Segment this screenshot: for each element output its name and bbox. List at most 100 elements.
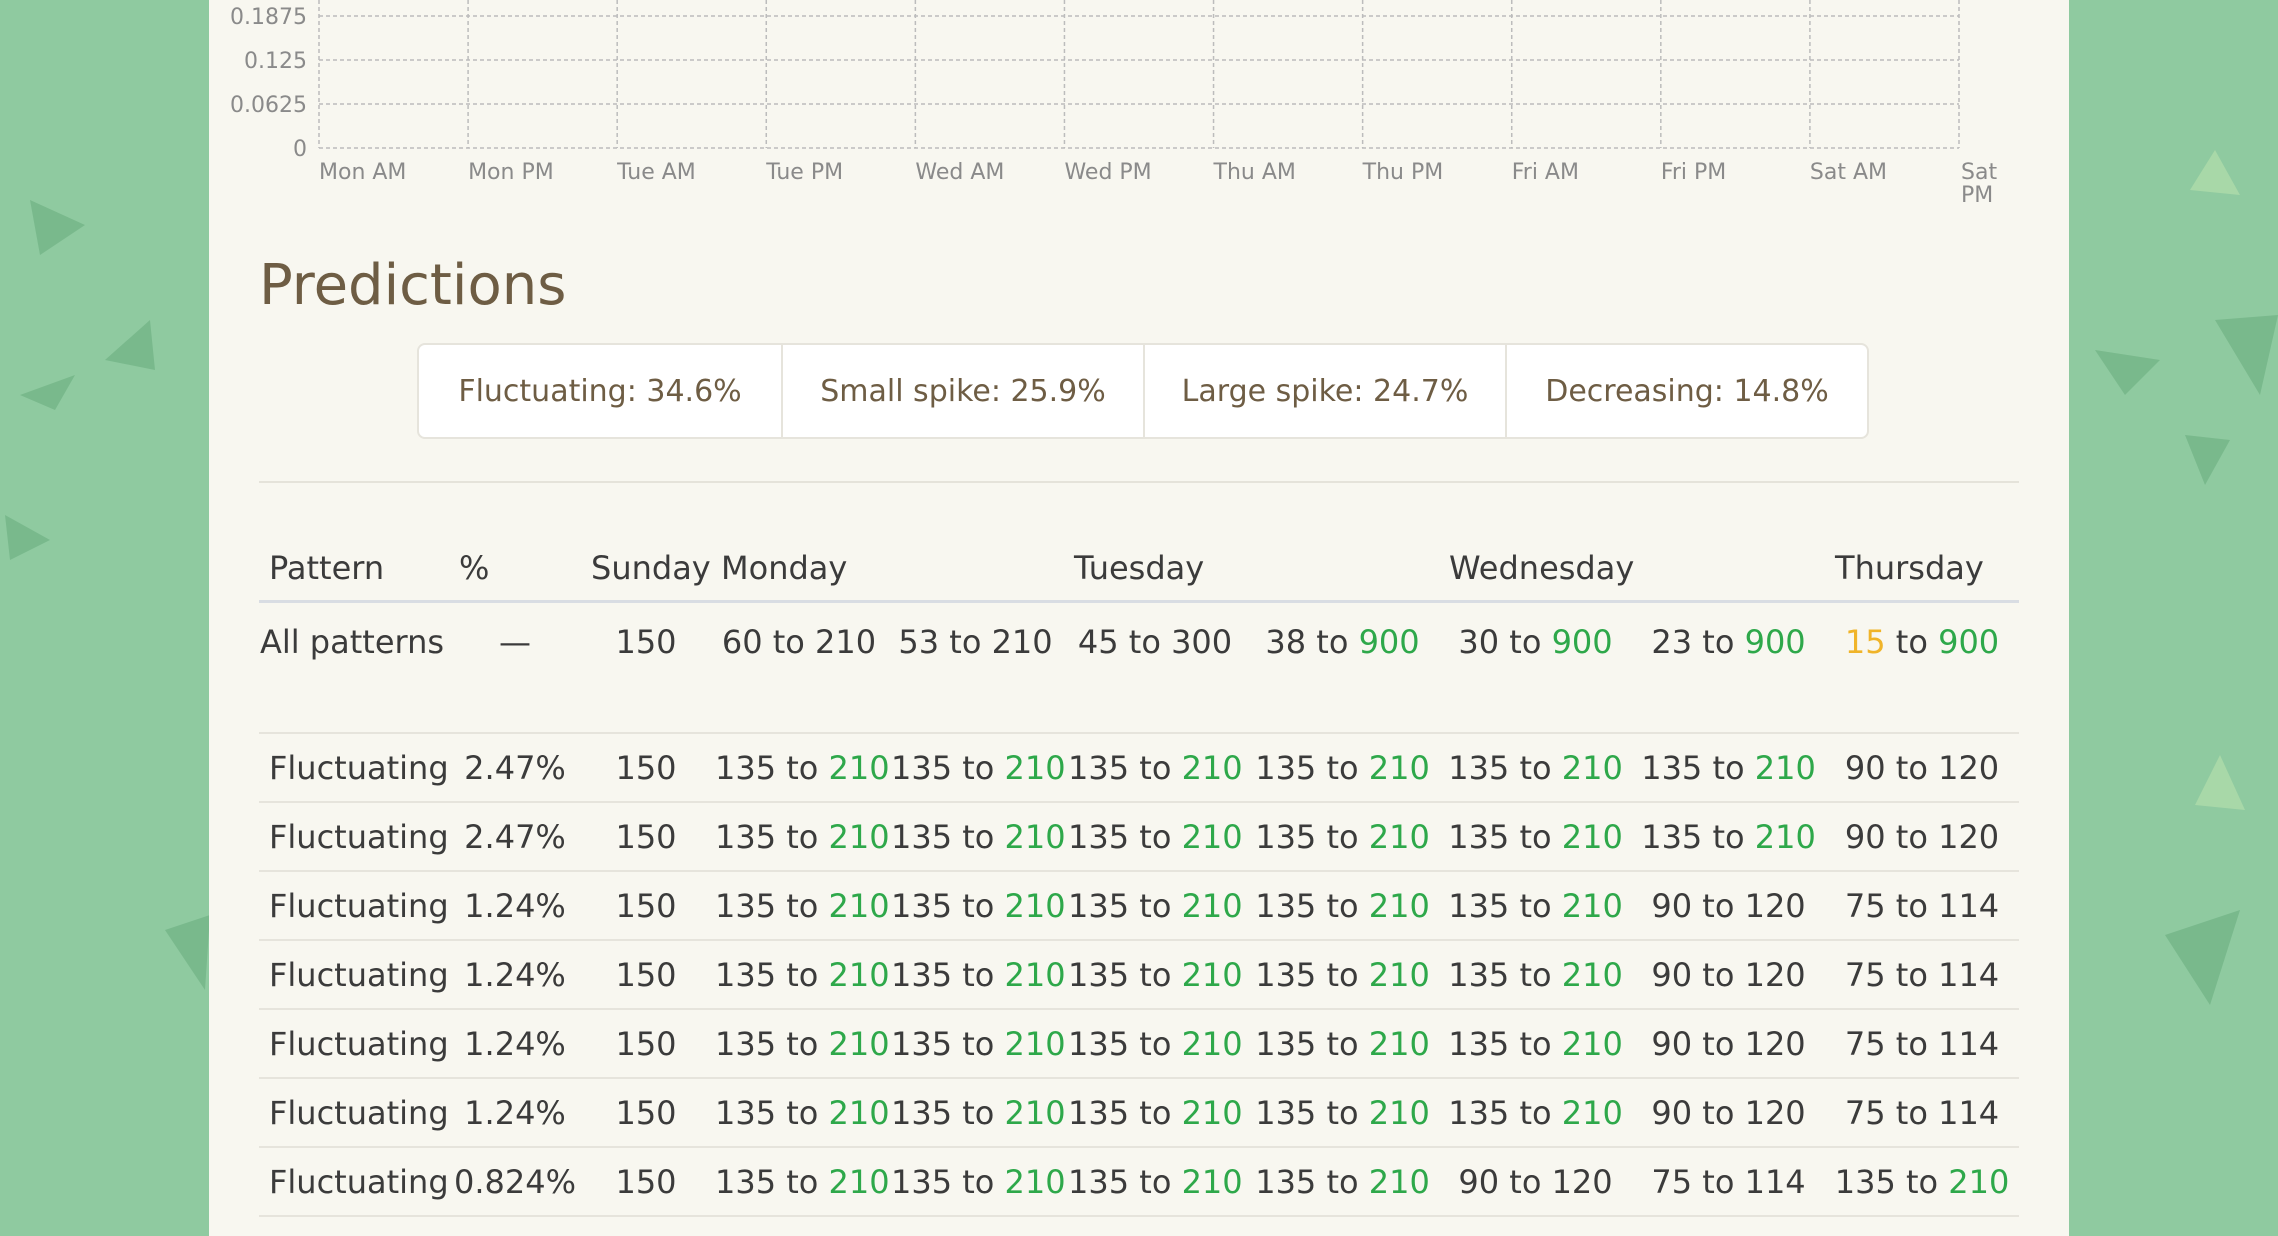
range-min: 30 xyxy=(1458,623,1500,661)
range-max: 210 xyxy=(1368,748,1430,787)
x-tick-label: Mon PM xyxy=(468,160,554,185)
range-separator: to xyxy=(952,1093,1005,1132)
range-min: 38 xyxy=(1265,623,1307,661)
price-range-cell: 15 to 900 xyxy=(1825,601,2020,734)
range-min: 135 xyxy=(1255,1093,1317,1132)
range-max: 210 xyxy=(1004,748,1066,787)
range-min: 135 xyxy=(1448,1024,1510,1063)
percent-cell: 1.24% xyxy=(449,871,581,941)
range-max: 210 xyxy=(1561,886,1623,925)
price-range-cell: 135 to 210 xyxy=(1064,1216,1247,1236)
range-max: 210 xyxy=(828,1162,890,1201)
range-min: 135 xyxy=(891,886,953,925)
range-separator: to xyxy=(1509,886,1562,925)
price-range-cell: 135 to 210 xyxy=(1064,940,1247,1010)
range-max: 120 xyxy=(1938,748,2000,787)
range-separator: to xyxy=(776,1093,829,1132)
range-separator: to xyxy=(1316,955,1369,994)
range-min: 90 xyxy=(1651,955,1693,994)
range-separator: to xyxy=(1129,1024,1182,1063)
price-range-cell: 135 to 210 xyxy=(1632,802,1826,872)
price-range-cell: 75 to 114 xyxy=(1825,1009,2020,1079)
range-separator: to xyxy=(1129,1232,1181,1236)
range-min: 135 xyxy=(891,1093,953,1132)
range-separator: to xyxy=(1692,1024,1745,1063)
range-max: 210 xyxy=(1368,817,1430,856)
range-max: 900 xyxy=(1744,623,1806,661)
price-range-cell: 90 to 120 xyxy=(1632,871,1826,941)
x-tick-label: Wed AM xyxy=(915,160,1004,185)
range-min: 135 xyxy=(1068,955,1130,994)
chart-grid xyxy=(318,0,1960,149)
percent-cell: 1.24% xyxy=(449,1009,581,1079)
range-min: 135 xyxy=(1255,1162,1317,1201)
range-min: 135 xyxy=(715,817,777,856)
range-min: 135 xyxy=(715,1232,776,1236)
range-min: 135 xyxy=(1448,817,1510,856)
range-min: 75 xyxy=(1844,1093,1886,1132)
range-separator: to xyxy=(1692,1162,1745,1201)
range-separator: to xyxy=(1885,1093,1939,1132)
range-max: 210 xyxy=(1181,1024,1243,1063)
price-range-cell: 135 to 210 xyxy=(1825,1216,2020,1236)
percent-cell: — xyxy=(449,601,581,734)
range-min: 60 xyxy=(721,623,763,661)
sunday-price-cell: 150 xyxy=(581,601,711,734)
range-max: 210 xyxy=(1005,1232,1066,1236)
range-min: 90 xyxy=(1844,748,1886,787)
range-separator: to xyxy=(952,1024,1005,1063)
y-tick-label: 0.125 xyxy=(244,49,307,74)
range-separator: to xyxy=(1885,748,1939,787)
range-separator: to xyxy=(1895,1162,1949,1201)
range-max: 210 xyxy=(828,1093,890,1132)
range-min: 135 xyxy=(1255,955,1317,994)
range-max: 120 xyxy=(1552,1232,1613,1236)
table-row: Fluctuating 1.24% 150 135 to 210 135 to 210 1… xyxy=(259,940,2020,1010)
price-range-cell: 38 to 900 xyxy=(1246,601,1440,734)
range-max: 114 xyxy=(1938,1093,2000,1132)
range-separator: to xyxy=(1509,817,1562,856)
range-separator: to xyxy=(776,748,829,787)
header-wednesday: Wednesday xyxy=(1439,536,1826,603)
main-panel: 0.1875 0.125 0.0625 0 Mon AM Mon PM Tue AM Tue… xyxy=(209,0,2069,1236)
price-range-cell: 75 to 114 xyxy=(1632,1216,1826,1236)
range-max: 210 xyxy=(1368,955,1430,994)
range-separator: to xyxy=(1129,1093,1182,1132)
price-range-cell: 135 to 210 xyxy=(1439,1009,1633,1079)
price-range-cell: 135 to 210 xyxy=(887,802,1066,872)
range-separator: to xyxy=(776,886,829,925)
price-range-cell: 135 to 210 xyxy=(887,733,1066,803)
range-max: 210 xyxy=(828,748,890,787)
price-range-cell: 135 to 210 xyxy=(711,940,890,1010)
price-range-cell: 135 to 210 xyxy=(887,1009,1066,1079)
range-separator: to xyxy=(776,955,829,994)
range-min: 53 xyxy=(898,623,940,661)
price-range-cell: 135 to 210 xyxy=(1064,1147,1247,1217)
range-min: 135 xyxy=(1068,1232,1129,1236)
percent-cell: 1.24% xyxy=(449,940,581,1010)
range-min: 90 xyxy=(1844,817,1886,856)
x-tick-label: Tue AM xyxy=(616,160,696,185)
table-row: Fluctuating 1.24% 150 135 to 210 135 to 210 1… xyxy=(259,871,2020,941)
range-min: 45 xyxy=(1077,623,1119,661)
price-range-cell: 90 to 120 xyxy=(1632,1009,1826,1079)
range-max: 210 xyxy=(1181,886,1243,925)
range-min: 135 xyxy=(1068,1162,1130,1201)
range-separator: to xyxy=(1499,1232,1551,1236)
range-separator: to xyxy=(1316,1093,1369,1132)
range-separator: to xyxy=(1316,817,1369,856)
range-separator: to xyxy=(776,1024,829,1063)
range-separator: to xyxy=(1129,955,1182,994)
price-range-cell: 75 to 114 xyxy=(1825,940,2020,1010)
range-min: 135 xyxy=(715,748,777,787)
sunday-price-cell: 150 xyxy=(581,871,711,941)
pattern-cell: Fluctuating xyxy=(259,802,449,872)
range-min: 135 xyxy=(1068,1093,1130,1132)
range-max: 900 xyxy=(1358,623,1420,661)
range-min: 90 xyxy=(1458,1232,1499,1236)
range-min: 75 xyxy=(1844,886,1886,925)
price-range-cell: 135 to 210 xyxy=(1632,733,1826,803)
range-min: 135 xyxy=(1641,817,1703,856)
range-min: 135 xyxy=(891,817,953,856)
range-max: 210 xyxy=(1754,748,1816,787)
